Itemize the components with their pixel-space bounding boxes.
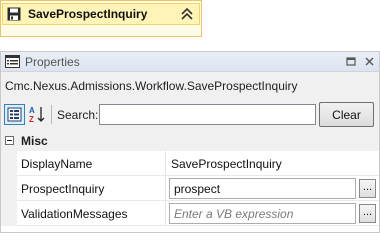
column-divider[interactable]: [165, 151, 166, 176]
expression-editor-button[interactable]: ...: [359, 179, 376, 198]
expression-editor-button[interactable]: ...: [359, 204, 376, 223]
expression-input[interactable]: Enter a VB expression: [169, 203, 356, 224]
double-chevron-up-icon[interactable]: [180, 6, 194, 22]
property-name: ValidationMessages: [21, 207, 128, 221]
property-name: DisplayName: [21, 157, 93, 171]
category-header-misc[interactable]: Misc: [1, 132, 379, 151]
selected-object-type: Cmc.Nexus.Admissions.Workflow.SaveProspe…: [5, 79, 298, 93]
column-divider[interactable]: [165, 201, 166, 226]
property-row-displayname[interactable]: DisplayName SaveProspectInquiry: [1, 151, 379, 176]
categorized-icon: [7, 107, 22, 122]
property-row-validationmessages[interactable]: ValidationMessages Enter a VB expression…: [1, 201, 379, 226]
category-label: Misc: [21, 134, 48, 148]
properties-toolbar: A Z Search: Clear: [1, 100, 379, 129]
panel-title: Properties: [25, 55, 80, 69]
property-name: ProspectInquiry: [21, 182, 105, 196]
properties-icon: [5, 55, 20, 68]
properties-panel: Properties Cmc.Nexus.Admissions.Workflow…: [0, 51, 380, 233]
expression-input[interactable]: prospect: [169, 178, 356, 199]
row-gutter: [1, 201, 17, 226]
row-gutter: [1, 151, 17, 176]
column-divider[interactable]: [165, 176, 166, 201]
activity-header[interactable]: SaveProspectInquiry: [2, 3, 200, 25]
properties-titlebar[interactable]: Properties: [1, 52, 379, 72]
svg-text:Z: Z: [29, 115, 34, 124]
clear-button[interactable]: Clear: [319, 102, 374, 127]
sort-az-icon: A Z: [29, 106, 45, 124]
row-divider: [17, 225, 379, 226]
alphabetical-view-button[interactable]: A Z: [27, 104, 47, 125]
window-position-icon[interactable]: [345, 55, 358, 68]
property-row-prospectinquiry[interactable]: ProspectInquiry prospect ...: [1, 176, 379, 201]
categorized-view-button[interactable]: [4, 104, 25, 125]
svg-text:A: A: [29, 106, 35, 115]
activity-designer[interactable]: SaveProspectInquiry: [0, 0, 202, 37]
row-gutter: [1, 176, 17, 201]
property-value: SaveProspectInquiry: [171, 157, 282, 171]
property-grid: Misc DisplayName SaveProspectInquiry Pro…: [1, 132, 379, 232]
search-label: Search:: [57, 108, 99, 122]
close-icon[interactable]: [363, 55, 376, 68]
collapse-icon[interactable]: [5, 136, 14, 145]
save-disk-icon: [7, 7, 21, 21]
activity-title: SaveProspectInquiry: [28, 7, 148, 21]
toolbar-separator: [51, 105, 52, 124]
search-input[interactable]: [99, 104, 316, 125]
